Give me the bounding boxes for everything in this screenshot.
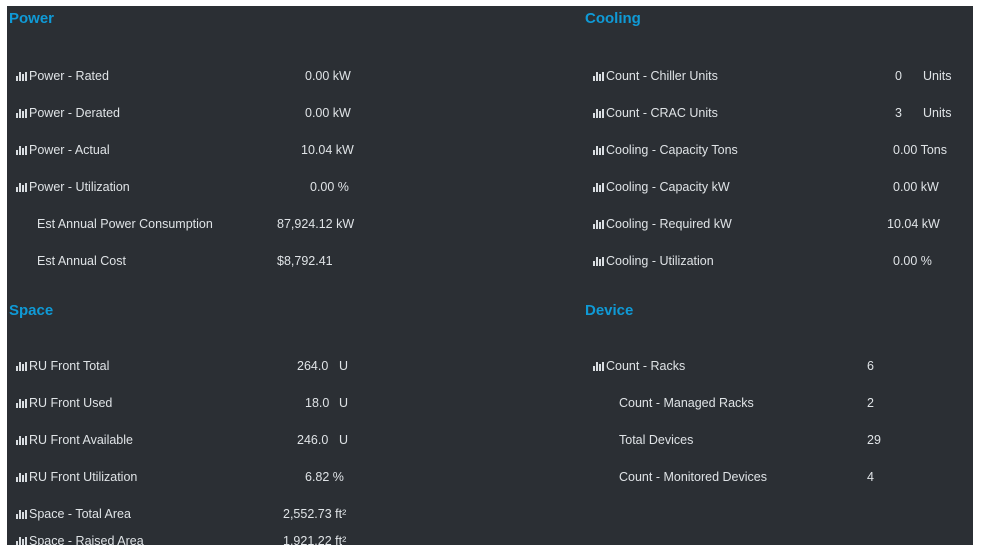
power-section: Power Power - Rated 0.00 kW Power - Dera… [7,6,487,286]
metric-value: 6.82 % [305,470,344,484]
metric-label: RU Front Used [29,396,113,410]
metric-value: 0.00 kW [305,69,351,83]
device-row-total-devices: Total Devices 29 [585,429,973,466]
metric-value: 87,924.12 kW [277,217,355,231]
bar-chart-icon[interactable] [16,436,28,445]
bar-chart-icon[interactable] [16,183,28,192]
dashboard-panel: Power Power - Rated 0.00 kW Power - Dera… [7,6,973,545]
metric-label: RU Front Available [29,433,133,447]
bar-chart-icon[interactable] [593,183,605,192]
metric-value: $8,792.41 [277,254,333,268]
metric-label: Cooling - Capacity Tons [606,143,738,157]
cooling-row-capacity-kw[interactable]: Cooling - Capacity kW 0.00 kW [585,176,973,213]
power-section-title: Power [9,10,55,27]
bar-chart-icon[interactable] [16,473,28,482]
space-section: Space RU Front Total 264.0 U RU Front Us… [7,298,487,545]
space-row-raised-area[interactable]: Space - Raised Area 1,921.22 ft² [7,530,487,545]
metric-value: 264.0 [297,359,329,373]
power-row-rated[interactable]: Power - Rated 0.00 kW [7,65,487,102]
metric-value: 3 [895,106,902,120]
metric-label: Power - Actual [29,143,110,157]
metric-label: Power - Rated [29,69,109,83]
metric-label: Count - Managed Racks [619,396,754,410]
metric-value: 0.00 % [893,254,932,268]
device-section: Device Count - Racks 6 Count - Managed R… [585,298,973,545]
bar-chart-icon[interactable] [16,362,28,371]
metric-label: Count - Chiller Units [606,69,718,83]
metric-unit: U [339,433,349,447]
bar-chart-icon[interactable] [16,399,28,408]
bar-chart-icon[interactable] [593,257,605,266]
metric-value: 18.0 [305,396,330,410]
space-row-ru-front-total[interactable]: RU Front Total 264.0 U [7,355,487,392]
metric-label: Est Annual Power Consumption [37,217,213,231]
cooling-row-chiller-units[interactable]: Count - Chiller Units 0 Units [585,65,973,102]
bar-chart-icon[interactable] [16,109,28,118]
metric-value: 0 [895,69,902,83]
device-row-managed-racks: Count - Managed Racks 2 [585,392,973,429]
metric-value: 29 [867,433,881,447]
metric-value: 0.00 kW [893,180,939,194]
bar-chart-icon[interactable] [16,510,28,519]
bar-chart-icon[interactable] [593,362,605,371]
cooling-section-title: Cooling [585,10,641,27]
metric-label: Power - Utilization [29,180,130,194]
device-row-racks[interactable]: Count - Racks 6 [585,355,973,392]
space-section-title: Space [9,302,54,319]
metric-unit: U [339,396,349,410]
power-row-derated[interactable]: Power - Derated 0.00 kW [7,102,487,139]
metric-label: Cooling - Capacity kW [606,180,730,194]
metric-label: Space - Total Area [29,507,131,521]
metric-unit: U [339,359,349,373]
power-row-actual[interactable]: Power - Actual 10.04 kW [7,139,487,176]
bar-chart-icon[interactable] [593,109,605,118]
bar-chart-icon[interactable] [16,146,28,155]
device-section-title: Device [585,302,634,319]
cooling-row-required-kw[interactable]: Cooling - Required kW 10.04 kW [585,213,973,250]
metric-label: Cooling - Utilization [606,254,714,268]
metric-label: Cooling - Required kW [606,217,732,231]
metric-value: 6 [867,359,874,373]
metric-label: Space - Raised Area [29,534,144,545]
bar-chart-icon[interactable] [16,72,28,81]
bar-chart-icon[interactable] [16,537,28,545]
metric-label: Count - CRAC Units [606,106,718,120]
metric-label: Count - Monitored Devices [619,470,767,484]
cooling-row-capacity-tons[interactable]: Cooling - Capacity Tons 0.00 Tons [585,139,973,176]
metric-value: 10.04 kW [887,217,940,231]
metric-value: 0.00 % [310,180,349,194]
cooling-row-crac-units[interactable]: Count - CRAC Units 3 Units [585,102,973,139]
metric-value: 0.00 Tons [893,143,947,157]
metric-value: 2 [867,396,874,410]
bar-chart-icon[interactable] [593,72,605,81]
metric-unit: Units [923,106,952,120]
metric-unit: Units [923,69,952,83]
metric-label: Total Devices [619,433,694,447]
bar-chart-icon[interactable] [593,220,605,229]
space-row-ru-front-utilization[interactable]: RU Front Utilization 6.82 % [7,466,487,503]
metric-value: 1,921.22 ft² [283,534,347,545]
power-row-utilization[interactable]: Power - Utilization 0.00 % [7,176,487,213]
metric-label: RU Front Utilization [29,470,138,484]
metric-value: 10.04 kW [301,143,354,157]
metric-value: 2,552.73 ft² [283,507,347,521]
cooling-row-utilization[interactable]: Cooling - Utilization 0.00 % [585,250,973,287]
metric-label: Count - Racks [606,359,686,373]
power-row-annual-consumption: Est Annual Power Consumption 87,924.12 k… [7,213,487,250]
cooling-section: Cooling Count - Chiller Units 0 Units Co… [585,6,973,286]
metric-label: Power - Derated [29,106,121,120]
bar-chart-icon[interactable] [593,146,605,155]
device-row-monitored-devices: Count - Monitored Devices 4 [585,466,973,503]
space-row-ru-front-used[interactable]: RU Front Used 18.0 U [7,392,487,429]
metric-label: RU Front Total [29,359,110,373]
metric-value: 4 [867,470,874,484]
space-row-ru-front-available[interactable]: RU Front Available 246.0 U [7,429,487,466]
metric-value: 246.0 [297,433,329,447]
power-row-annual-cost: Est Annual Cost $8,792.41 [7,250,487,287]
metric-label: Est Annual Cost [37,254,126,268]
metric-value: 0.00 kW [305,106,351,120]
